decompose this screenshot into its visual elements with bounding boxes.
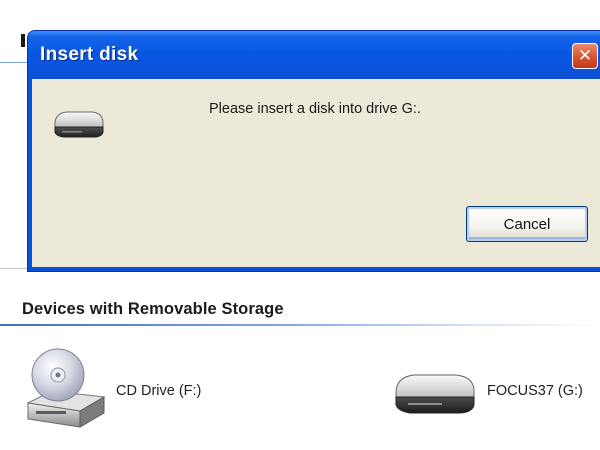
cd-drive-icon [26, 348, 106, 428]
close-icon: ✕ [577, 46, 593, 66]
dialog-disk-icon-wrap [52, 109, 106, 145]
dialog-title: Insert disk [40, 44, 139, 65]
removable-disk-icon [54, 111, 104, 138]
dialog-body: Please insert a disk into drive G:. Canc… [32, 79, 600, 267]
cancel-button[interactable]: Cancel [466, 206, 588, 242]
section-underline [0, 324, 600, 326]
device-cd-drive[interactable]: CD Drive (F:) [22, 343, 282, 433]
close-button[interactable]: ✕ [572, 43, 598, 69]
device-label-cd: CD Drive (F:) [116, 383, 202, 399]
dialog-titlebar[interactable]: Insert disk ✕ [28, 31, 600, 79]
device-label-g: FOCUS37 (G:) [487, 383, 583, 399]
section-header: Devices with Removable Storage [22, 300, 284, 318]
explorer-edge-mark [21, 34, 25, 47]
insert-disk-dialog: Insert disk ✕ Please insert a disk into … [27, 30, 600, 272]
device-removable-g[interactable]: FOCUS37 (G:) [392, 365, 600, 425]
dialog-message: Please insert a disk into drive G:. [209, 101, 421, 117]
removable-disk-icon [395, 374, 475, 414]
